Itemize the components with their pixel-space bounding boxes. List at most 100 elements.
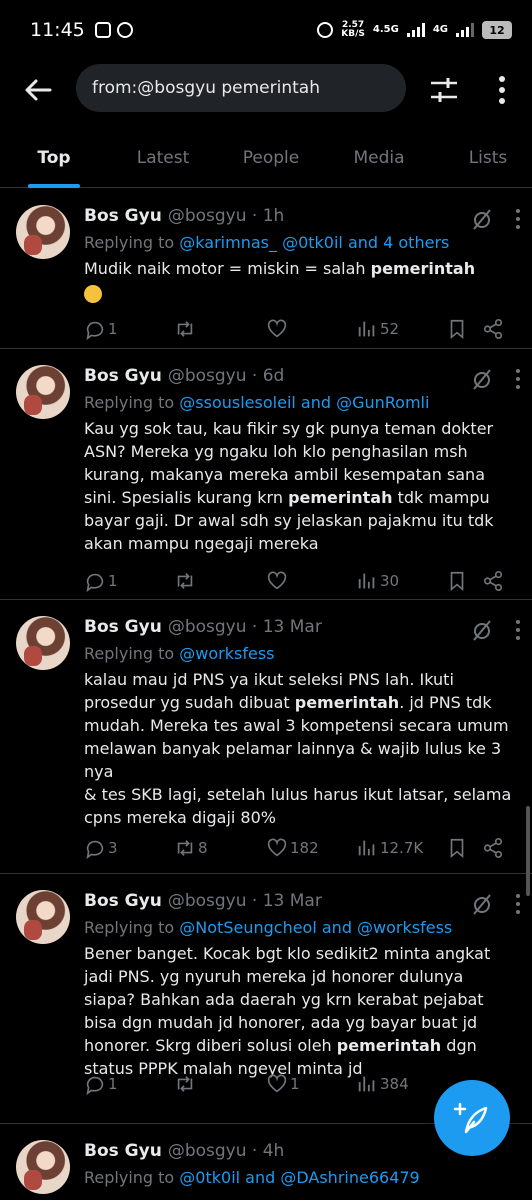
tweet-feed: Bos Gyu @bosgyu · 1h Replying to @karimna…: [0, 189, 532, 1200]
retweet-button[interactable]: [174, 567, 198, 595]
search-input[interactable]: from:@bosgyu pemerintah: [76, 64, 406, 112]
retweet-button[interactable]: [174, 315, 198, 343]
views-button[interactable]: 384: [356, 1070, 409, 1098]
replying-to: Replying to @NotSeungcheol and @worksfes…: [84, 918, 453, 937]
reply-icon: [86, 321, 104, 340]
retweet-icon: [177, 573, 193, 589]
views-icon: [358, 840, 375, 856]
sliders-icon[interactable]: [428, 74, 460, 106]
bookmark-icon: [450, 838, 464, 859]
network-label-2: 4G: [432, 24, 448, 35]
reply-mentions[interactable]: @ssouslesoleil and @GunRomli: [179, 393, 429, 412]
views-button[interactable]: 30: [356, 567, 399, 595]
views-button[interactable]: 52: [356, 315, 399, 343]
bookmark-button[interactable]: [446, 315, 468, 343]
avatar[interactable]: [16, 1140, 70, 1194]
bookmark-icon: [450, 319, 464, 340]
share-button[interactable]: [482, 567, 504, 595]
avatar[interactable]: [16, 205, 70, 259]
share-button[interactable]: [482, 315, 504, 343]
retweet-icon: [177, 321, 193, 337]
retweet-icon: [177, 840, 193, 856]
more-vertical-icon[interactable]: [490, 74, 514, 106]
tweet-actions: 1 52: [84, 315, 516, 343]
views-icon: [358, 1076, 375, 1092]
tab-top[interactable]: Top: [0, 128, 108, 188]
battery-icon: 12: [482, 21, 512, 39]
like-button[interactable]: [266, 315, 290, 343]
tweet[interactable]: Bos Gyu @bosgyu · 6d Replying to @ssousle…: [0, 349, 532, 600]
author-name[interactable]: Bos Gyu: [84, 891, 162, 911]
search-keyword: pemerintah: [294, 693, 400, 712]
signal-icon: [406, 23, 425, 37]
author-handle-time: @bosgyu · 6d: [167, 366, 285, 386]
reply-mentions[interactable]: @0tk0il and @DAshrine66479: [179, 1168, 419, 1187]
avatar[interactable]: [16, 365, 70, 419]
retweet-button[interactable]: [174, 1070, 198, 1098]
search-query: from:@bosgyu pemerintah: [92, 78, 320, 98]
heart-icon: [267, 838, 287, 857]
replying-to: Replying to @worksfess: [84, 644, 275, 663]
bookmark-button[interactable]: [446, 834, 468, 862]
tweet[interactable]: Bos Gyu @bosgyu · 13 Mar Replying to @wor…: [0, 600, 532, 874]
share-icon: [483, 838, 503, 858]
status-bar: 11:45 2.57 KB/S 4.5G 4G 12: [0, 0, 532, 60]
status-time: 11:45: [30, 19, 85, 41]
reply-mentions[interactable]: @karimnas_ @0tk0il and 4 others: [179, 233, 449, 252]
search-keyword: pemerintah: [370, 259, 476, 278]
tab-people[interactable]: People: [218, 128, 324, 188]
author-name[interactable]: Bos Gyu: [84, 366, 162, 386]
tweet-text: Mudik naik motor = miskin = salah pemeri…: [84, 257, 514, 303]
heart-icon: [267, 571, 287, 590]
share-button[interactable]: [482, 834, 504, 862]
scrollbar[interactable]: [526, 806, 530, 896]
avatar[interactable]: [16, 616, 70, 670]
heart-icon: [267, 319, 287, 338]
author-name[interactable]: Bos Gyu: [84, 1141, 162, 1161]
reply-mentions[interactable]: @NotSeungcheol and @worksfess: [179, 918, 452, 937]
author-handle-time: @bosgyu · 1h: [167, 206, 285, 226]
signal-icon-2: [456, 23, 474, 37]
grinning-face-with-sweat-icon: [84, 284, 102, 303]
reply-button[interactable]: 1: [84, 567, 118, 595]
author-name[interactable]: Bos Gyu: [84, 617, 162, 637]
bookmark-icon: [450, 571, 464, 592]
like-button[interactable]: 1: [266, 1070, 300, 1098]
author-handle-time: @bosgyu · 4h: [167, 1141, 285, 1161]
reply-mentions[interactable]: @worksfess: [179, 644, 274, 663]
reply-button[interactable]: 1: [84, 315, 118, 343]
search-header: from:@bosgyu pemerintah: [0, 62, 532, 116]
tab-media[interactable]: Media: [324, 128, 434, 188]
feather-plus-icon: [453, 1102, 488, 1134]
views-button[interactable]: 12.7K: [356, 834, 423, 862]
author-name[interactable]: Bos Gyu: [84, 206, 162, 226]
share-icon: [483, 319, 503, 339]
tab-latest[interactable]: Latest: [108, 128, 218, 188]
arrow-left-icon[interactable]: [22, 74, 54, 106]
tweet-actions: 3 8 182 12.7K: [84, 834, 516, 862]
whatsapp-icon: [116, 22, 133, 38]
tweet-text: Bener banget. Kocak bgt klo sedikit2 min…: [84, 944, 491, 1078]
share-icon: [483, 571, 503, 591]
bookmark-button[interactable]: [446, 567, 468, 595]
tab-lists[interactable]: Lists: [434, 128, 532, 188]
avatar[interactable]: [16, 890, 70, 944]
like-button[interactable]: 182: [266, 834, 319, 862]
like-button[interactable]: [266, 567, 290, 595]
instagram-icon: [94, 22, 111, 38]
retweet-button[interactable]: 8: [174, 834, 208, 862]
views-icon: [358, 321, 375, 337]
reply-icon: [86, 573, 104, 592]
reply-button[interactable]: 1: [84, 1070, 118, 1098]
reply-button[interactable]: 3: [84, 834, 118, 862]
network-label-1: 4.5G: [372, 24, 399, 35]
search-tabs: Top Latest People Media Lists: [0, 128, 532, 188]
heart-icon: [267, 1074, 287, 1093]
compose-button[interactable]: [434, 1080, 510, 1156]
views-icon: [358, 573, 375, 589]
replying-to: Replying to @0tk0il and @DAshrine66479: [84, 1168, 420, 1187]
search-keyword: pemerintah: [288, 488, 393, 507]
reply-icon: [86, 840, 104, 859]
tweet[interactable]: Bos Gyu @bosgyu · 1h Replying to @karimna…: [0, 189, 532, 349]
reply-icon: [86, 1076, 104, 1095]
